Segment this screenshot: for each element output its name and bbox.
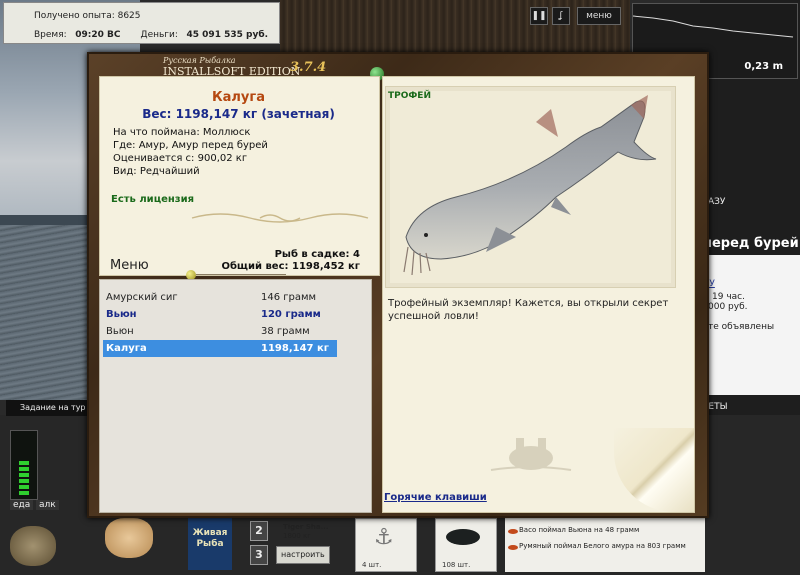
location-title: перед бурей	[703, 236, 799, 251]
satiety-meter	[10, 430, 38, 500]
lure-name: Tiger Sha...	[283, 523, 329, 531]
hotkeys-link[interactable]: Горячие клавиши	[384, 492, 487, 503]
trophy-image-frame	[385, 86, 676, 288]
lure-line-strength: 1800 кг	[283, 532, 311, 540]
catch-list-row-selected[interactable]: Калуга 1198,147 кг	[103, 340, 337, 357]
bread-bait-icon[interactable]	[105, 518, 153, 558]
fish-feed-icon	[508, 529, 518, 534]
money-value: 45 091 535 руб.	[186, 30, 269, 40]
catch-fish-weight: 38 грамм	[261, 326, 310, 337]
valued-from-text: Оценивается с: 900,02 кг	[113, 153, 248, 164]
location-line-1: 19 час.	[712, 292, 745, 302]
ornament-divider	[191, 213, 369, 223]
slot-2-button[interactable]: 2	[250, 521, 268, 541]
catch-fish-name: Вьюн	[106, 309, 137, 320]
location-line-3: те объявлены	[708, 322, 775, 332]
location-text: Где: Амур, Амур перед бурей	[113, 140, 268, 151]
trophy-label: ТРОФЕЙ	[388, 91, 431, 101]
mussel-slot[interactable]: 108 шт.	[435, 518, 497, 572]
task-label: Задание на тур	[20, 403, 86, 412]
time-money-row: Время: 09:20 ВС Деньги: 45 091 535 руб.	[34, 30, 274, 40]
catch-list-row[interactable]: Амурский сиг 146 грамм	[103, 289, 337, 306]
feed-line-2: Румяный поймал Белого амура на 803 грамм	[519, 542, 686, 550]
sturgeon-fish-image	[403, 95, 657, 276]
menu-button[interactable]: меню	[577, 7, 621, 25]
catch-fish-name: Амурский сиг	[106, 292, 178, 303]
pause-icon: ❚❚	[531, 11, 547, 21]
fish-silhouette-watermark	[490, 438, 572, 471]
catch-fish-weight: 146 грамм	[261, 292, 317, 303]
experience-text: Получено опыта: 8625	[34, 11, 141, 21]
mussel-count: 108 шт.	[442, 561, 471, 569]
hook-button[interactable]: ʆ	[552, 7, 570, 25]
money-label: Деньги:	[140, 30, 178, 40]
region-code: АЗУ	[708, 197, 726, 207]
depth-value: 0,23 m	[744, 61, 783, 72]
pushpin-line	[196, 274, 286, 275]
keepnet-total-weight: Общий вес: 1198,452 кг	[221, 261, 360, 272]
license-status: Есть лицензия	[111, 194, 195, 205]
catch-fish-weight: 1198,147 кг	[261, 343, 329, 354]
eat-button[interactable]: еда	[10, 500, 34, 510]
caught-on-text: На что поймана: Моллюск	[113, 127, 251, 138]
hook-count: 4 шт.	[362, 561, 382, 569]
pause-button[interactable]: ❚❚	[530, 7, 548, 25]
feed-line-1: Васо поймал Вьюна на 48 грамм	[519, 526, 640, 534]
keepnet-count: Рыб в садке: 4	[274, 249, 360, 260]
mussel-item-icon	[446, 529, 480, 545]
catch-list-row[interactable]: Вьюн 38 грамм	[103, 323, 337, 340]
species-rarity-text: Вид: Редчайший	[113, 166, 200, 177]
alcohol-button[interactable]: алк	[36, 500, 59, 510]
player-stats-panel: Получено опыта: 8625 Время: 09:20 ВС Ден…	[3, 2, 280, 44]
fish-weight: Вес: 1198,147 кг (зачетная)	[142, 107, 335, 121]
time-label: Время:	[34, 30, 67, 40]
fish-name: Калуга	[212, 90, 265, 105]
hook-slot[interactable]: ⚓ 4 шт.	[355, 518, 417, 572]
version-label: 3.7.4	[290, 60, 327, 75]
brand-title-small: Русская Рыбалка	[163, 56, 236, 65]
groundbait-sack-icon[interactable]	[10, 526, 56, 566]
time-value: 09:20 ВС	[75, 30, 121, 40]
fish-feed-icon	[508, 545, 518, 550]
catch-fish-name: Калуга	[106, 343, 147, 354]
catch-fish-weight: 120 грамм	[261, 309, 321, 320]
location-line-2: 000 руб.	[708, 302, 748, 312]
hook-item-icon: ⚓	[374, 525, 394, 550]
trophy-description: Трофейный экземпляр! Кажется, вы открыли…	[388, 298, 669, 322]
setup-button[interactable]: настроить	[276, 546, 330, 564]
hook-icon: ʆ	[559, 11, 563, 21]
live-bait-tank[interactable]: Живая Рыба	[188, 518, 232, 570]
menu-heading: Меню	[110, 258, 149, 273]
catch-fish-name: Вьюн	[106, 326, 134, 337]
slot-3-button[interactable]: 3	[250, 545, 268, 565]
catch-feed: Васо поймал Вьюна на 48 грамм Румяный по…	[505, 518, 705, 572]
catch-list-row[interactable]: Вьюн 120 грамм	[103, 306, 337, 323]
